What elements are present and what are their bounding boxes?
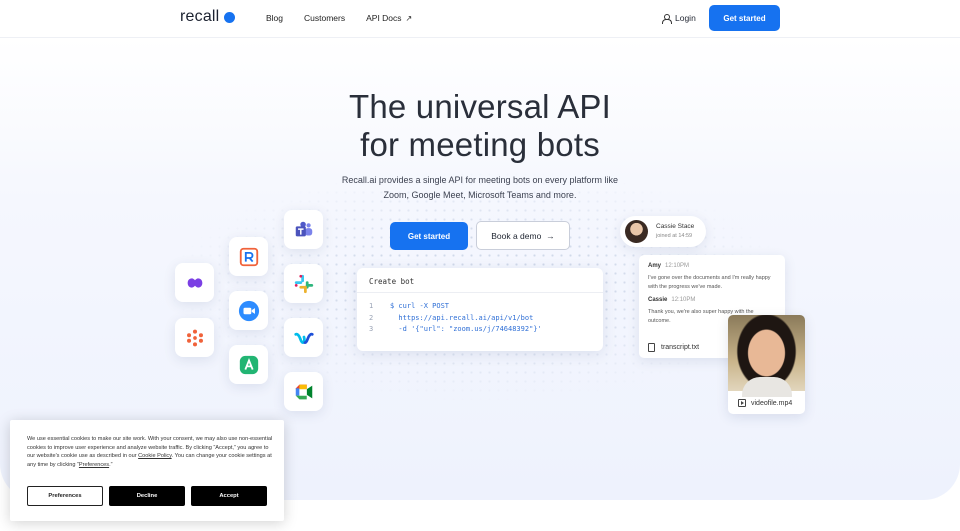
nav-link-api-docs[interactable]: API Docs ↗ xyxy=(366,13,412,23)
code-line: 2 https://api.recall.ai/api/v1/bot xyxy=(369,313,591,325)
participant-chip: Cassie Stace joined at 14:59 xyxy=(620,216,706,247)
arrow-right-icon: → xyxy=(546,230,555,241)
logo[interactable]: recall xyxy=(180,8,236,26)
teams-icon xyxy=(295,221,312,236)
copilot-tile xyxy=(229,345,268,384)
copilot-icon xyxy=(239,355,258,374)
code-text: -d '{"url": "zoom.us/j/74648392"}' xyxy=(390,325,542,333)
hero-subtitle-line-2: Zoom, Google Meet, Microsoft Teams and m… xyxy=(383,189,577,200)
avatar xyxy=(625,220,648,243)
slack-tile xyxy=(284,264,323,303)
dialpad-icon xyxy=(187,277,202,288)
dialpad-tile xyxy=(175,263,214,302)
hero-title-line-1: The universal API xyxy=(348,88,612,125)
code-card-title: Create bot xyxy=(357,268,603,293)
hero-title: The universal API for meeting bots xyxy=(0,88,960,164)
transcript-file-name: transcript.txt xyxy=(661,344,700,351)
cookie-text: We use essential cookies to make our sit… xyxy=(27,435,273,470)
google-meet-tile xyxy=(284,372,323,411)
code-card: Create bot 1 $ curl -X POST 2 https://ap… xyxy=(357,268,603,351)
recall-r-icon xyxy=(239,247,258,266)
nav-link-blog[interactable]: Blog xyxy=(266,13,283,23)
message-author-name: Amy xyxy=(648,263,662,269)
message-author-name: Cassie xyxy=(648,297,668,303)
video-card: videofile.mp4 xyxy=(728,315,805,414)
hero-title-line-2: for meeting bots xyxy=(360,126,600,163)
message-author: Amy 12:10PM xyxy=(648,263,689,269)
hero-subtitle: Recall.ai provides a single API for meet… xyxy=(0,173,960,202)
google-meet-icon xyxy=(295,384,312,399)
cookie-preferences-link[interactable]: Preferences xyxy=(79,462,109,468)
logo-text: recall xyxy=(180,8,220,25)
message-author: Cassie 12:10PM xyxy=(648,297,695,303)
nav-link-customers[interactable]: Customers xyxy=(304,13,345,23)
user-icon xyxy=(662,13,672,24)
video-file: videofile.mp4 xyxy=(738,399,792,407)
participant-name: Cassie Stace xyxy=(656,223,695,230)
message-time: 12:10PM xyxy=(671,297,696,303)
hero-subtitle-line-1: Recall.ai provides a single API for meet… xyxy=(341,175,619,185)
accept-button[interactable]: Accept xyxy=(191,486,267,506)
logo-dot-icon xyxy=(224,11,236,23)
code-text: https://api.recall.ai/api/v1/bot xyxy=(390,313,534,322)
line-number: 2 xyxy=(369,313,374,322)
line-number: 1 xyxy=(369,302,374,310)
code-line: 1 $ curl -X POST xyxy=(369,301,591,313)
top-nav: recall Blog Customers API Docs ↗ Login G… xyxy=(0,0,960,36)
play-icon xyxy=(738,399,746,407)
cookie-policy-link[interactable]: Cookie Policy xyxy=(138,453,171,459)
book-demo-label: Book a demo xyxy=(491,230,542,241)
asana-icon xyxy=(186,329,203,346)
book-demo-button[interactable]: Book a demo → xyxy=(476,221,570,250)
webex-icon xyxy=(293,332,314,344)
nav-get-started-button[interactable]: Get started xyxy=(709,5,780,31)
participant-joined: joined at 14:59 xyxy=(656,233,693,239)
message-time: 12:10PM xyxy=(665,263,690,269)
cookie-text-part-3: .” xyxy=(109,462,113,469)
webex-tile xyxy=(284,318,323,357)
message-text: I've gone over the documents and I'm rea… xyxy=(648,275,771,290)
asana-tile xyxy=(175,318,214,357)
external-link-icon: ↗ xyxy=(405,13,413,23)
slack-icon xyxy=(294,274,313,293)
zoom-icon xyxy=(238,300,259,321)
line-number: 3 xyxy=(369,325,374,333)
code-line: 3 -d '{"url": "zoom.us/j/74648392"}' xyxy=(369,324,591,336)
teams-tile xyxy=(284,210,323,249)
login-label: Login xyxy=(675,13,696,23)
file-icon xyxy=(648,343,655,352)
video-file-name: videofile.mp4 xyxy=(751,399,793,407)
preferences-button[interactable]: Preferences xyxy=(27,486,103,506)
transcript-file: transcript.txt xyxy=(648,343,699,352)
recall-r-tile xyxy=(229,237,268,276)
code-block: 1 $ curl -X POST 2 https://api.recall.ai… xyxy=(357,293,603,344)
cookie-banner: We use essential cookies to make our sit… xyxy=(10,420,284,521)
nav-link-api-docs-label: API Docs xyxy=(366,13,402,23)
nav-links: Blog Customers API Docs ↗ xyxy=(266,13,412,23)
login-link[interactable]: Login xyxy=(662,13,696,24)
hero-get-started-button[interactable]: Get started xyxy=(390,222,468,250)
zoom-tile xyxy=(229,291,268,330)
video-thumbnail-person xyxy=(742,377,792,397)
decline-button[interactable]: Decline xyxy=(109,486,185,506)
code-text: $ curl -X POST xyxy=(390,302,450,310)
